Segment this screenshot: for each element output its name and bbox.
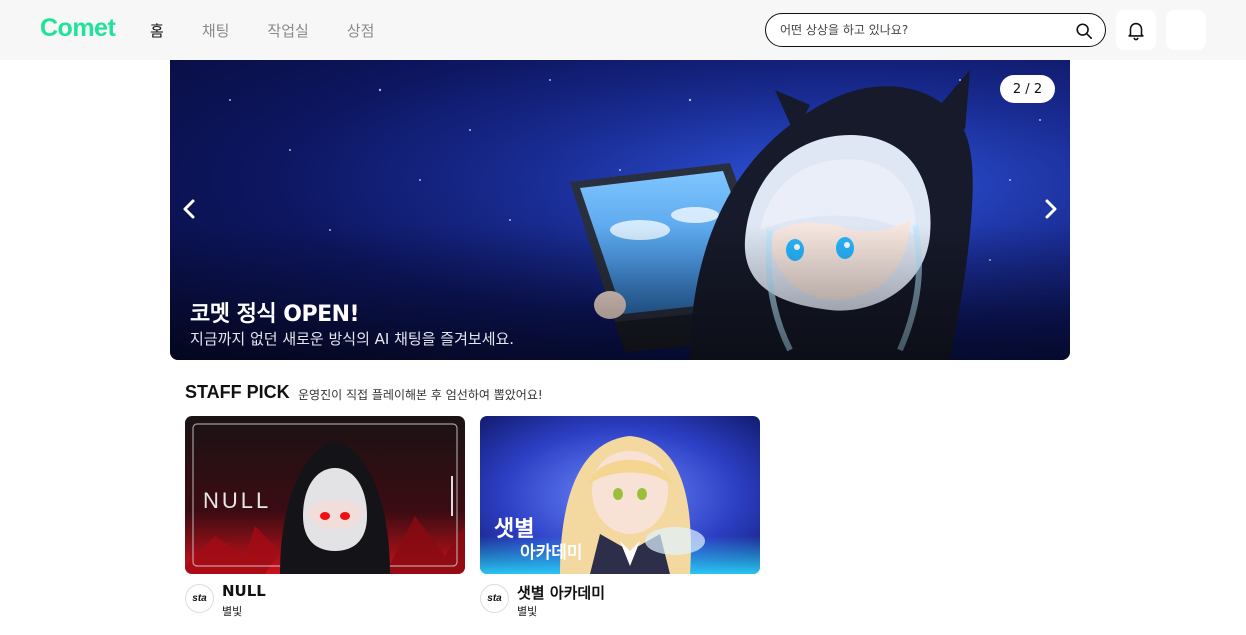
banner-title: 코멧 정식 OPEN! bbox=[190, 302, 360, 327]
comet-logo[interactable]: Comet bbox=[40, 14, 116, 43]
card-author[interactable]: 별빛 bbox=[517, 603, 537, 619]
card-meta: sta 샛별 아카데미 별빛 bbox=[480, 582, 760, 622]
saetbyeol-thumbnail-art: 샛별 아카데미 bbox=[480, 416, 760, 574]
card-thumbnail[interactable]: 샛별 아카데미 bbox=[480, 416, 760, 574]
thumb-text-1: 샛별 bbox=[494, 517, 534, 542]
hero-banner[interactable]: 2 / 2 코멧 정식 OPEN! 지금까지 없던 새로운 방식의 AI 채팅을… bbox=[170, 60, 1070, 360]
creator-avatar[interactable]: sta bbox=[480, 584, 509, 613]
card-title[interactable]: 샛별 아카데미 bbox=[517, 582, 605, 603]
character-card-saetbyeol-academy[interactable]: 샛별 아카데미 sta 샛별 아카데미 별빛 bbox=[480, 416, 760, 622]
chevron-left-icon[interactable] bbox=[178, 197, 202, 221]
thumb-text-2: 아카데미 bbox=[520, 543, 583, 563]
search-input[interactable] bbox=[780, 20, 1070, 40]
carousel-counter: 2 / 2 bbox=[1000, 75, 1055, 103]
card-thumbnail[interactable]: NULL bbox=[185, 416, 465, 574]
card-author[interactable]: 별빛 bbox=[222, 603, 242, 619]
search-bar bbox=[765, 13, 1106, 47]
search-icon[interactable] bbox=[1075, 22, 1093, 40]
bell-icon bbox=[1128, 22, 1144, 41]
nav-home[interactable]: 홈 bbox=[150, 20, 164, 41]
card-meta: sta NULL 별빛 bbox=[185, 582, 465, 622]
staff-pick-title: STAFF PICK bbox=[185, 382, 290, 402]
creator-avatar[interactable]: sta bbox=[185, 584, 214, 613]
profile-button[interactable] bbox=[1166, 10, 1206, 50]
top-header: Comet 홈 채팅 작업실 상점 bbox=[0, 0, 1246, 60]
banner-subtitle: 지금까지 없던 새로운 방식의 AI 채팅을 즐겨보세요. bbox=[190, 330, 515, 348]
nav-store[interactable]: 상점 bbox=[347, 20, 375, 41]
character-card-null[interactable]: NULL sta NULL 별빛 bbox=[185, 416, 465, 622]
nav-chat[interactable]: 채팅 bbox=[202, 20, 230, 41]
card-title[interactable]: NULL bbox=[222, 582, 266, 600]
notifications-button[interactable] bbox=[1116, 10, 1156, 50]
nav-studio[interactable]: 작업실 bbox=[267, 20, 308, 41]
thumb-text: NULL bbox=[203, 488, 271, 513]
staff-pick-description: 운영진이 직접 플레이해본 후 엄선하여 뽑았어요! bbox=[298, 388, 543, 402]
chevron-right-icon[interactable] bbox=[1038, 197, 1062, 221]
main-nav: 홈 채팅 작업실 상점 bbox=[150, 0, 412, 60]
null-thumbnail-art: NULL bbox=[185, 416, 465, 574]
